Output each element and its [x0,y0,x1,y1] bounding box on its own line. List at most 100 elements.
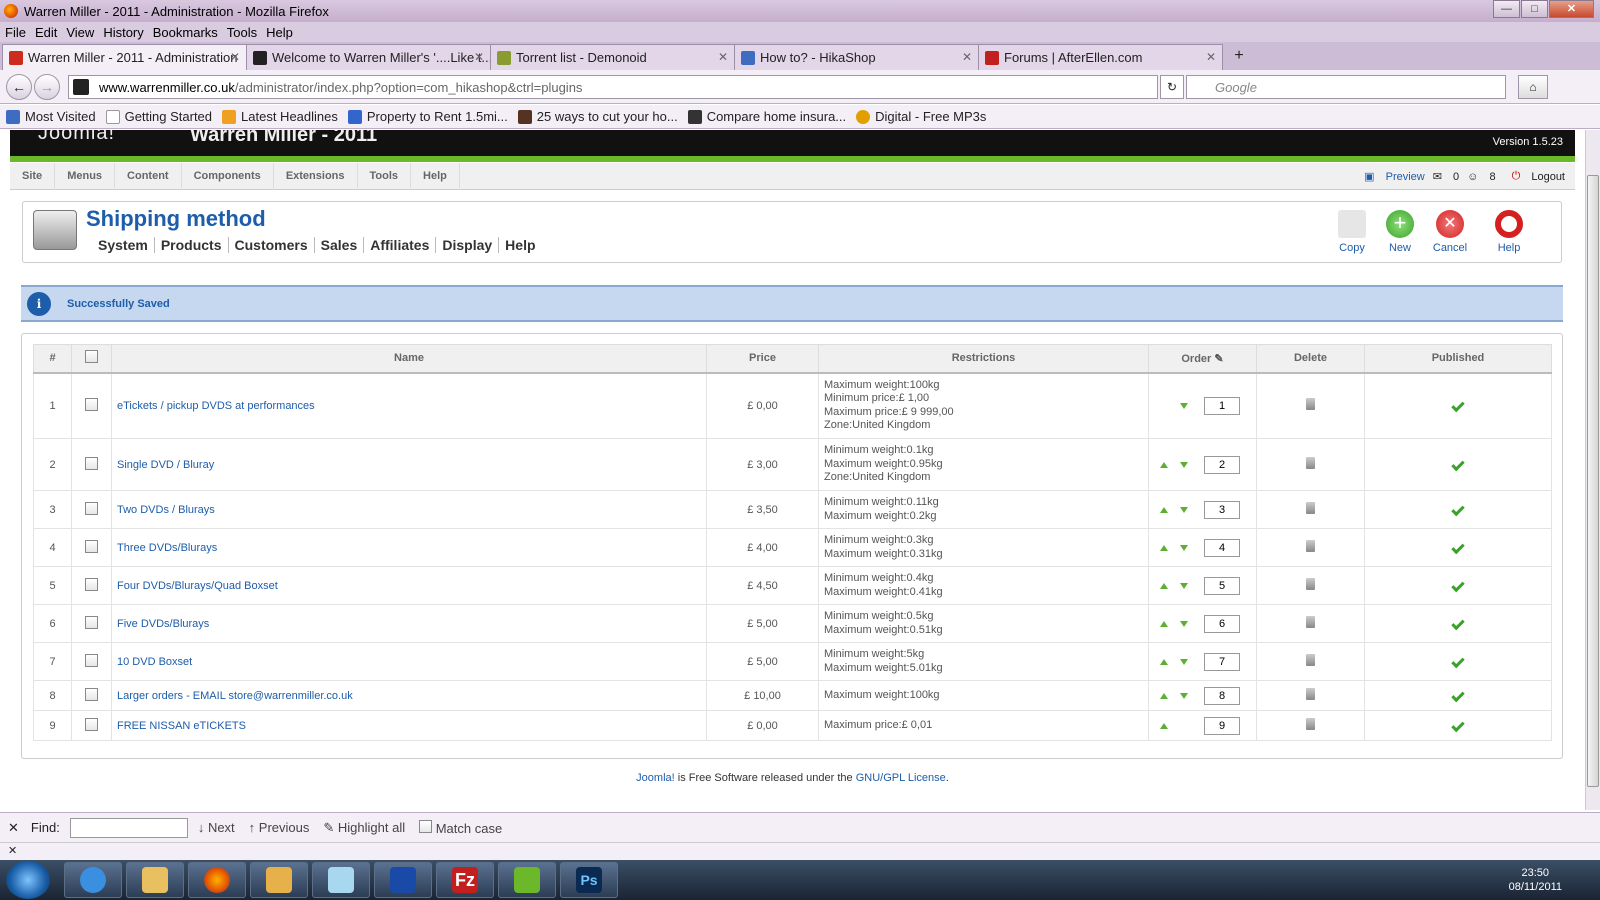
move-up-icon[interactable] [1160,461,1168,468]
move-down-icon[interactable] [1180,506,1188,513]
bookmark-item[interactable]: Getting Started [105,109,212,124]
taskbar-app[interactable]: Fz [436,862,494,898]
menu-bookmarks[interactable]: Bookmarks [153,25,218,40]
shipping-method-link[interactable]: Larger orders - EMAIL store@warrenmiller… [117,690,353,702]
published-check-icon[interactable] [1451,616,1465,630]
close-status-icon[interactable]: ✕ [8,845,17,857]
move-up-icon[interactable] [1160,722,1168,729]
row-checkbox[interactable] [85,687,98,701]
license-link[interactable]: GNU/GPL License [856,772,946,784]
order-input[interactable]: 6 [1204,614,1240,633]
shipping-method-link[interactable]: Two DVDs / Blurays [117,504,215,516]
browser-tab[interactable]: How to? - HikaShop ✕ [734,44,979,70]
find-next-button[interactable]: ↓ Next [198,820,235,835]
header-order[interactable]: Order ✎ [1148,344,1257,374]
order-input[interactable]: 9 [1204,716,1240,735]
messages-count[interactable]: ✉ 0 [1433,170,1459,184]
admin-menu-components[interactable]: Components [182,162,274,190]
close-tab-icon[interactable]: ✕ [474,50,484,64]
browser-tab[interactable]: Forums | AfterEllen.com ✕ [978,44,1223,70]
taskbar-app[interactable] [126,862,184,898]
row-checkbox[interactable] [85,501,98,515]
close-tab-icon[interactable]: ✕ [230,50,240,64]
row-checkbox[interactable] [85,456,98,470]
browser-tab[interactable]: Warren Miller - 2011 - Administration ✕ [2,44,247,70]
admin-menu-help[interactable]: Help [411,162,460,190]
published-check-icon[interactable] [1451,654,1465,668]
taskbar-app[interactable] [188,862,246,898]
trash-icon[interactable] [1306,654,1315,666]
admin-menu-tools[interactable]: Tools [358,162,412,190]
shipping-method-link[interactable]: 10 DVD Boxset [117,656,192,668]
header-name[interactable]: Name [111,344,707,374]
browser-tab[interactable]: Torrent list - Demonoid ✕ [490,44,735,70]
order-input[interactable]: 3 [1204,500,1240,519]
select-all-checkbox[interactable] [85,350,98,364]
move-up-icon[interactable] [1160,582,1168,589]
published-check-icon[interactable] [1451,578,1465,592]
back-button[interactable]: ← [6,73,32,100]
taskbar-app[interactable] [498,862,556,898]
admin-menu-extensions[interactable]: Extensions [274,162,358,190]
reload-button[interactable]: ↻ [1160,75,1184,99]
menu-file[interactable]: File [5,25,26,40]
trash-icon[interactable] [1306,718,1315,730]
vertical-scrollbar[interactable] [1585,130,1600,810]
save-order-icon[interactable]: ✎ [1214,353,1223,365]
close-window-button[interactable]: ✕ [1549,0,1594,18]
highlight-all-button[interactable]: ✎ Highlight all [323,820,405,836]
help-button[interactable]: Help [1485,210,1533,254]
cancel-button[interactable]: ✕ Cancel [1426,210,1474,254]
move-up-icon[interactable] [1160,544,1168,551]
menu-view[interactable]: View [66,25,94,40]
trash-icon[interactable] [1306,502,1315,514]
bookmark-item[interactable]: Digital - Free MP3s [856,109,986,124]
admin-menu-menus[interactable]: Menus [55,162,116,190]
order-input[interactable]: 5 [1204,576,1240,595]
system-clock[interactable]: 23:50 08/11/2011 [1509,866,1562,894]
move-down-icon[interactable] [1180,402,1188,409]
admin-menu-site[interactable]: Site [10,162,56,190]
submenu-help[interactable]: Help [499,237,541,253]
move-up-icon[interactable] [1160,620,1168,627]
menu-history[interactable]: History [103,25,143,40]
trash-icon[interactable] [1306,457,1315,469]
move-down-icon[interactable] [1180,620,1188,627]
new-button[interactable]: + New [1376,210,1424,254]
shipping-method-link[interactable]: FREE NISSAN eTICKETS [117,720,246,732]
shipping-method-link[interactable]: Four DVDs/Blurays/Quad Boxset [117,580,278,592]
trash-icon[interactable] [1306,616,1315,628]
header-price[interactable]: Price [706,344,819,374]
submenu-sales[interactable]: Sales [315,237,365,253]
menu-edit[interactable]: Edit [35,25,57,40]
submenu-customers[interactable]: Customers [229,237,315,253]
copy-button[interactable]: Copy [1328,210,1376,254]
move-down-icon[interactable] [1180,582,1188,589]
move-down-icon[interactable] [1180,544,1188,551]
close-tab-icon[interactable]: ✕ [718,50,728,64]
row-checkbox[interactable] [85,539,98,553]
close-tab-icon[interactable]: ✕ [1206,50,1216,64]
shipping-method-link[interactable]: Single DVD / Bluray [117,459,214,471]
move-down-icon[interactable] [1180,658,1188,665]
trash-icon[interactable] [1306,540,1315,552]
taskbar-app[interactable] [312,862,370,898]
browser-tab[interactable]: Welcome to Warren Miller's '....Like t..… [246,44,491,70]
order-input[interactable]: 1 [1204,396,1240,415]
submenu-affiliates[interactable]: Affiliates [364,237,437,253]
submenu-system[interactable]: System [92,237,155,253]
order-input[interactable]: 7 [1204,652,1240,671]
published-check-icon[interactable] [1451,398,1465,412]
row-checkbox[interactable] [85,717,98,731]
submenu-display[interactable]: Display [436,237,500,253]
trash-icon[interactable] [1306,578,1315,590]
new-tab-button[interactable]: + [1226,44,1252,68]
match-case-box[interactable] [419,819,433,833]
published-check-icon[interactable] [1451,688,1465,702]
url-bar[interactable]: www.warrenmiller.co.uk/administrator/ind… [68,75,1158,99]
order-input[interactable]: 4 [1204,538,1240,557]
preview-link[interactable]: ▣ Preview [1364,170,1425,184]
close-find-icon[interactable]: ✕ [8,820,19,836]
shipping-method-link[interactable]: eTickets / pickup DVDS at performances [117,400,315,412]
scrollbar-thumb[interactable] [1587,175,1599,787]
